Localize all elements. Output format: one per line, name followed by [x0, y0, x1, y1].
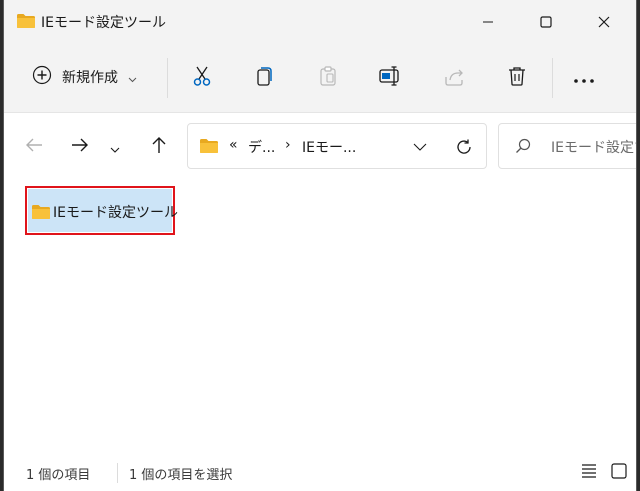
more-icon	[573, 69, 595, 88]
file-explorer-window: IEモード設定ツール 新規作成 « デ... › IEモー... IEモード設定…	[4, 0, 636, 491]
selected-count: 1 個の項目を選択	[129, 468, 233, 483]
paste-icon	[317, 65, 339, 91]
toolbar-separator	[552, 58, 553, 98]
large-icons-view-icon[interactable]	[610, 462, 628, 484]
up-button[interactable]	[142, 130, 176, 164]
breadcrumb-item[interactable]: IEモー...	[302, 137, 356, 157]
breadcrumb-overflow[interactable]: «	[229, 137, 238, 153]
more-options-button[interactable]	[564, 58, 604, 98]
rename-button[interactable]	[370, 58, 410, 98]
folder-icon	[16, 13, 36, 33]
copy-icon	[253, 65, 275, 91]
share-button[interactable]	[434, 58, 474, 98]
command-bar: 新規作成	[4, 44, 636, 113]
chevron-down-icon	[110, 138, 120, 157]
title-bar: IEモード設定ツール	[4, 0, 636, 44]
toolbar-separator	[167, 58, 168, 98]
arrow-right-icon	[71, 137, 89, 157]
refresh-icon[interactable]	[452, 135, 476, 159]
minimize-button[interactable]	[460, 0, 516, 44]
forward-button[interactable]	[63, 130, 97, 164]
delete-icon	[506, 65, 528, 91]
list-item[interactable]: IEモード設定ツール	[25, 186, 178, 235]
rename-icon	[378, 65, 402, 91]
back-button[interactable]	[17, 130, 51, 164]
search-icon	[515, 138, 531, 158]
cut-icon	[191, 65, 213, 91]
cut-button[interactable]	[182, 58, 222, 98]
recent-locations-button[interactable]	[103, 130, 127, 164]
status-bar: 1 個の項目 1 個の項目を選択	[4, 455, 636, 491]
details-view-icon[interactable]	[580, 462, 598, 484]
add-circle-icon	[32, 65, 52, 89]
delete-button[interactable]	[497, 58, 537, 98]
status-separator	[117, 463, 118, 483]
maximize-button[interactable]	[518, 0, 574, 44]
file-list: IEモード設定ツール	[4, 179, 636, 445]
address-bar[interactable]: « デ... › IEモー...	[187, 123, 487, 169]
copy-button[interactable]	[244, 58, 284, 98]
arrow-up-icon	[151, 136, 167, 158]
breadcrumb-item[interactable]: デ...	[248, 137, 275, 157]
search-box[interactable]: IEモード設定ツ	[498, 123, 636, 169]
share-icon	[443, 65, 465, 91]
close-button[interactable]	[576, 0, 632, 44]
search-placeholder: IEモード設定ツ	[551, 140, 636, 156]
item-name: IEモード設定ツール	[53, 205, 178, 221]
folder-icon	[199, 138, 219, 158]
address-history-button[interactable]	[409, 137, 431, 157]
arrow-left-icon	[25, 137, 43, 157]
new-button-label: 新規作成	[62, 70, 118, 86]
new-button[interactable]: 新規作成	[24, 58, 154, 96]
paste-button[interactable]	[308, 58, 348, 98]
chevron-down-icon	[128, 68, 137, 87]
folder-icon	[31, 204, 51, 224]
window-title: IEモード設定ツール	[41, 15, 166, 31]
navigation-bar: « デ... › IEモー... IEモード設定ツ	[4, 113, 636, 179]
breadcrumb-separator: ›	[285, 137, 291, 153]
item-count: 1 個の項目	[26, 468, 91, 483]
